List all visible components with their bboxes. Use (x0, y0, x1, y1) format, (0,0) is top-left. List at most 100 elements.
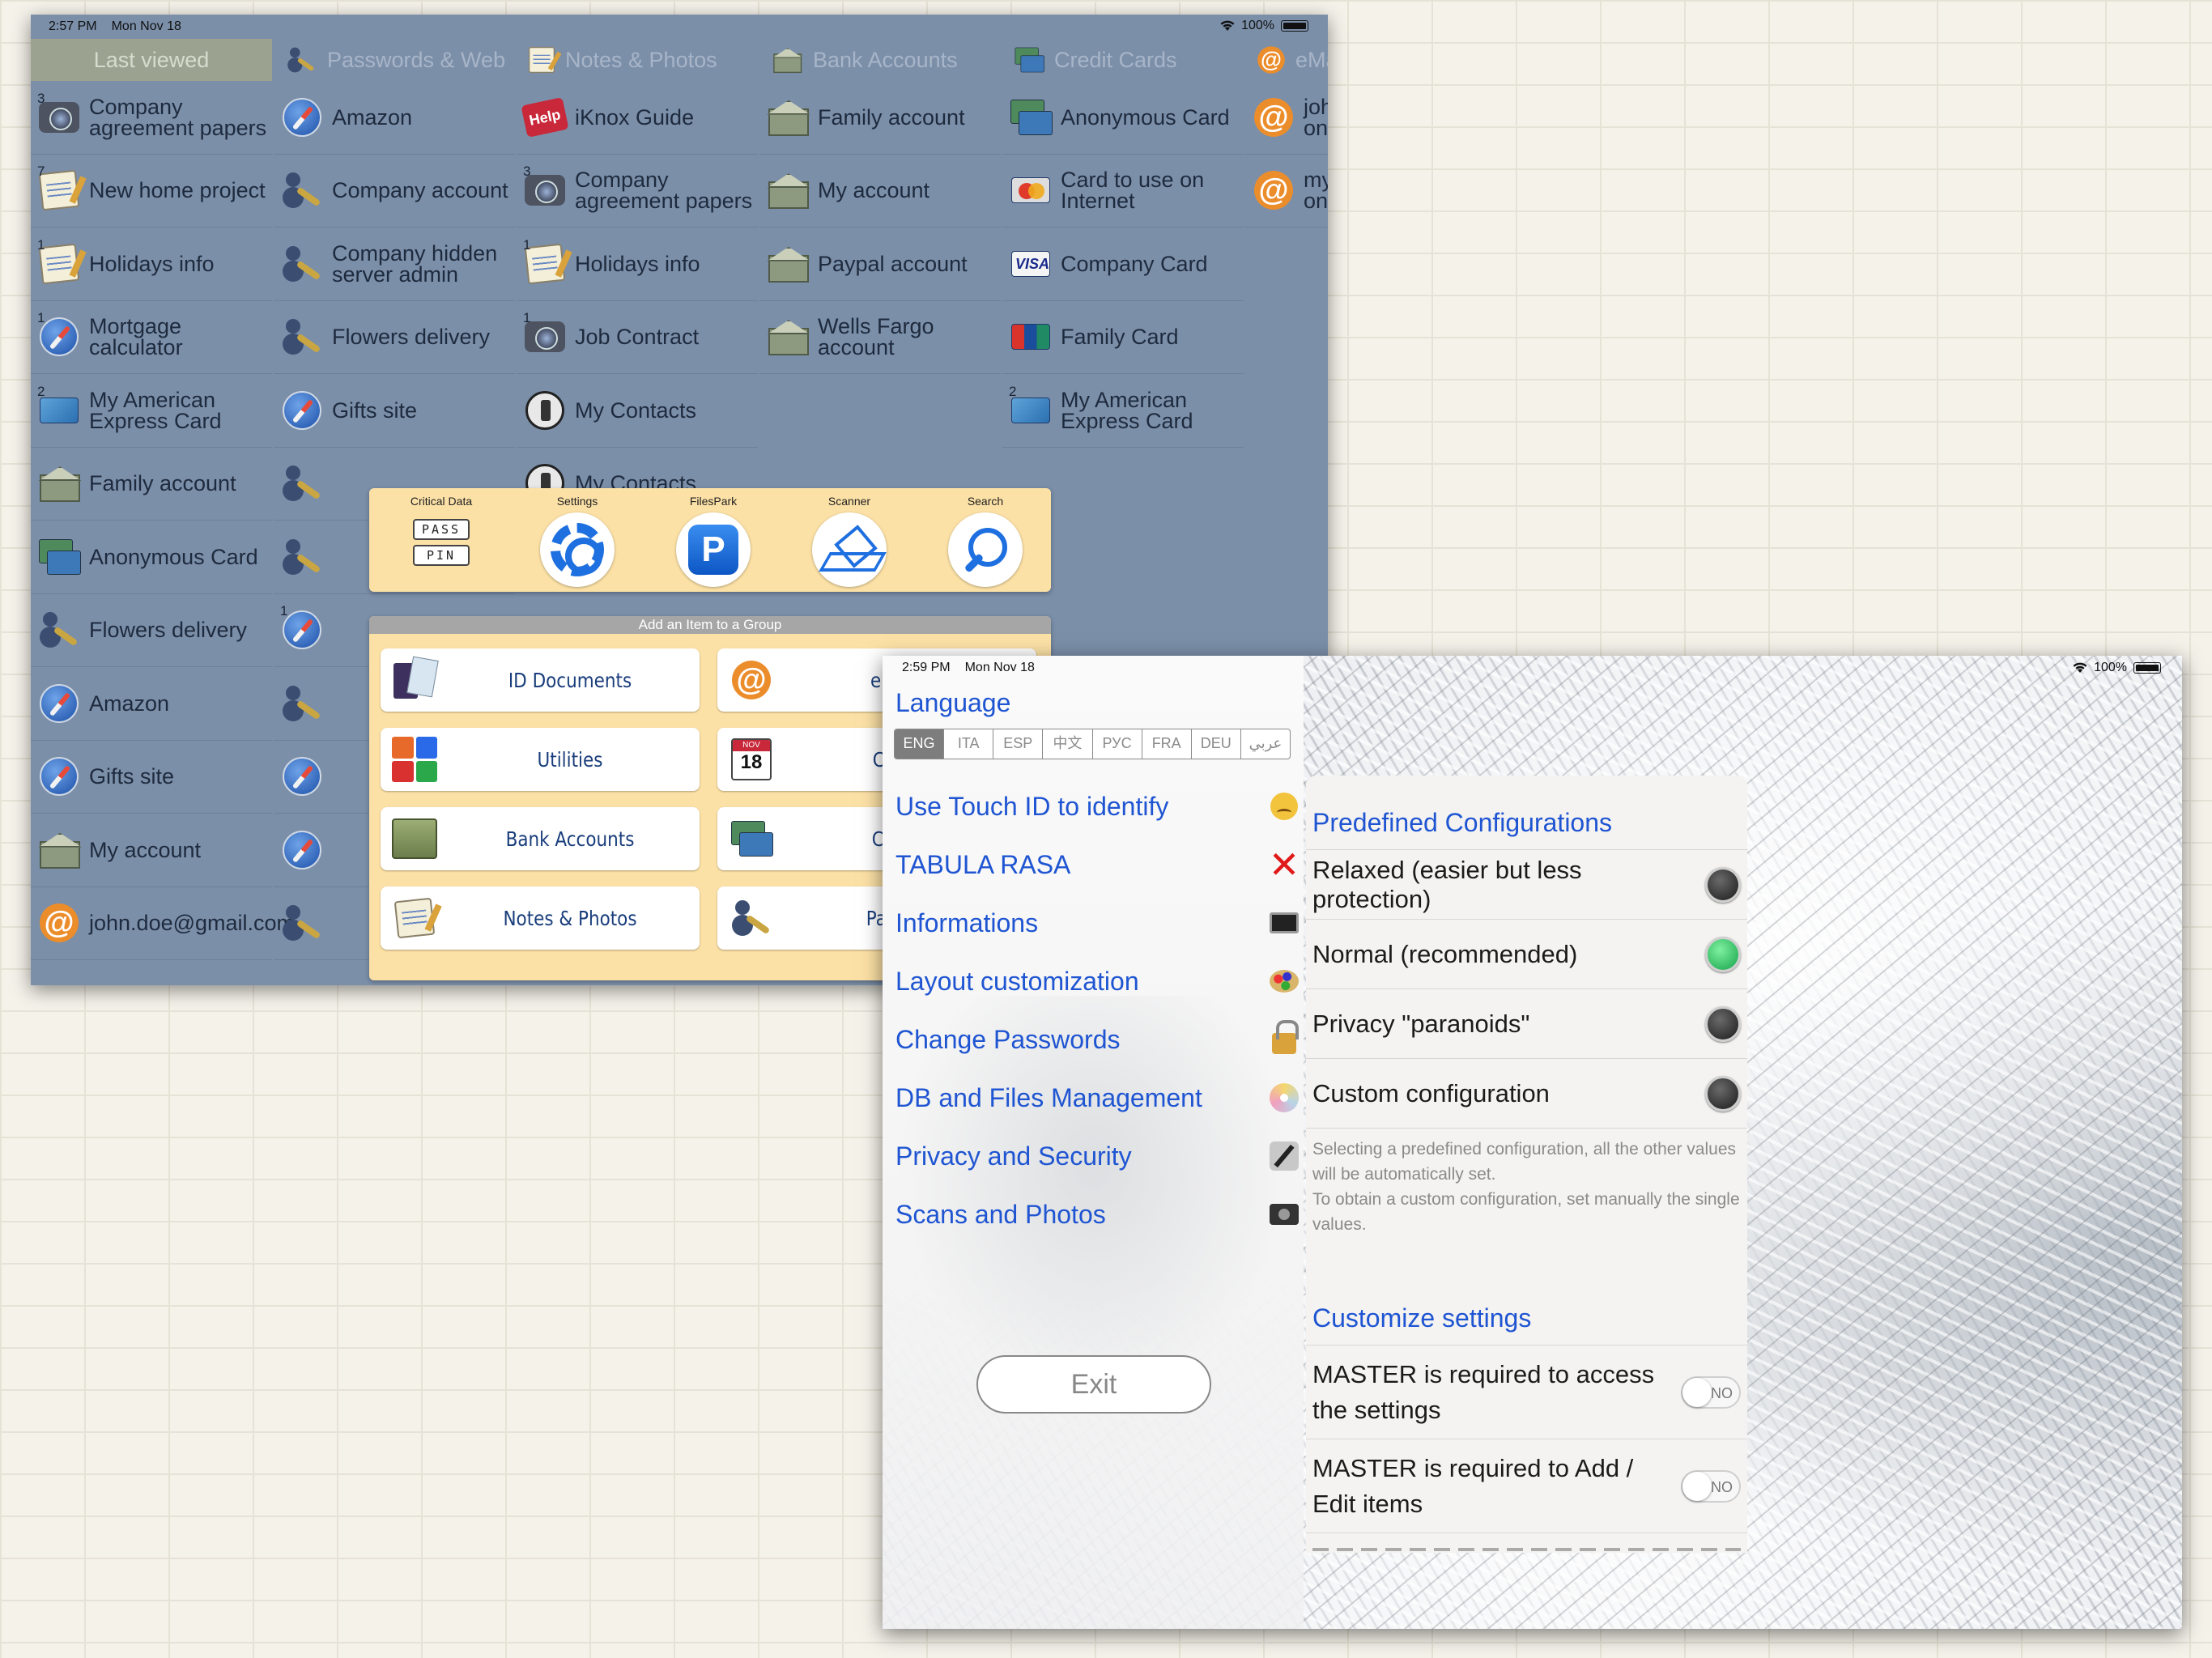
list-item[interactable]: 1 Holidays info (517, 227, 758, 301)
exit-button[interactable]: Exit (976, 1355, 1211, 1414)
list-item[interactable]: 2 My American Express Card (1002, 374, 1244, 448)
list-item[interactable]: Anonymous Card (31, 521, 272, 594)
radio-button[interactable] (1705, 936, 1741, 972)
language-option[interactable]: DEU (1192, 729, 1241, 759)
radio-button[interactable] (1705, 866, 1741, 903)
mastercard-icon (1011, 177, 1050, 204)
at-icon: @ (732, 661, 771, 699)
list-item[interactable]: Family account (759, 81, 1001, 155)
settings-menu-item[interactable]: DB and Files Management (895, 1080, 1300, 1116)
list-item[interactable]: Amazon (274, 81, 515, 155)
radio-button[interactable] (1705, 1075, 1741, 1112)
language-option[interactable]: ITA (944, 729, 994, 759)
toolbar-label: Settings (556, 495, 598, 508)
settings-menu-label: TABULA RASA (895, 849, 1071, 879)
language-option[interactable]: РУС (1093, 729, 1142, 759)
config-option-row[interactable]: Privacy "paranoids" (1306, 989, 1747, 1059)
credit-cards-icon (731, 821, 773, 857)
list-item[interactable]: Company hidden server admin (274, 227, 515, 301)
list-item[interactable]: My account (759, 155, 1001, 227)
settings-menu-label: Change Passwords (895, 1024, 1121, 1054)
settings-menu-item[interactable]: Use Touch ID to identify (895, 789, 1300, 824)
list-item[interactable]: 1 Mortgage calculator (31, 301, 272, 374)
list-item[interactable]: Family account (31, 448, 272, 521)
config-option-row[interactable]: Custom configuration (1306, 1059, 1747, 1129)
list-item[interactable]: 1 Job Contract (517, 301, 758, 374)
list-item[interactable]: My Contacts (517, 374, 758, 448)
camera-icon (525, 175, 565, 206)
list-item[interactable]: Wells Fargo account (759, 301, 1001, 374)
config-option-row[interactable]: Normal (recommended) (1306, 920, 1747, 989)
list-item[interactable]: Flowers delivery (274, 301, 515, 374)
list-item[interactable]: Company Card (1002, 227, 1244, 301)
language-option[interactable]: 中文 (1043, 729, 1093, 759)
settings-menu-item[interactable]: Privacy and Security (895, 1138, 1300, 1174)
language-option[interactable]: ESP (993, 729, 1044, 759)
list-item[interactable]: Gifts site (31, 741, 272, 814)
toggle-switch[interactable]: NO (1681, 1469, 1741, 1503)
add-notes-photos-button[interactable]: Notes & Photos (381, 886, 700, 950)
toolbar-settings[interactable]: Settings (509, 488, 645, 592)
list-item[interactable]: 1 Holidays info (31, 227, 272, 301)
group-header[interactable]: Bank Accounts (759, 39, 1001, 81)
list-item[interactable]: Flowers delivery (31, 594, 272, 667)
add-id-documents-button[interactable]: ID Documents (381, 648, 700, 712)
item-count-badge: 1 (37, 236, 45, 253)
list-item[interactable]: @ joh on (1245, 81, 1328, 155)
safari-compass-icon (283, 757, 321, 797)
list-item[interactable]: Amazon (31, 667, 272, 741)
language-option[interactable]: ENG (895, 729, 945, 759)
list-item[interactable]: Anonymous Card (1002, 81, 1244, 155)
list-item[interactable]: @ john.doe@gmail.com (31, 887, 295, 960)
toolbar-search[interactable]: Search (917, 488, 1053, 592)
status-time: 2:59 PM (902, 661, 951, 674)
toolbar-scanner[interactable]: Scanner (781, 488, 917, 592)
radio-button[interactable] (1705, 1005, 1741, 1042)
config-options: Relaxed (easier but less protection) Norm… (1306, 850, 1747, 1129)
list-item-label: My Contacts (575, 397, 697, 423)
list-item-label: Family account (818, 104, 965, 130)
bank-icon (767, 172, 809, 210)
toolbar-filespark[interactable]: FilesPark P (645, 488, 781, 592)
list-item[interactable]: Company account (274, 155, 515, 227)
list-item[interactable]: Gifts site (274, 374, 515, 448)
group-header[interactable]: @ eMa (1245, 39, 1328, 81)
list-item[interactable]: Help iKnox Guide (517, 81, 758, 155)
toolbar-critical-data[interactable]: Critical Data PASS PIN (373, 488, 509, 592)
group-header-label: Credit Cards (1054, 47, 1177, 72)
bank-icon (767, 99, 809, 136)
config-option-label: Privacy "paranoids" (1312, 1009, 1530, 1038)
settings-menu-item[interactable]: Scans and Photos (895, 1197, 1300, 1232)
list-item[interactable]: @ my on (1245, 155, 1328, 227)
add-bank-accounts-button[interactable]: Bank Accounts (381, 807, 700, 870)
list-item[interactable]: Paypal account (759, 227, 1001, 301)
group-header[interactable]: Last viewed (31, 39, 272, 81)
settings-menu-item[interactable]: TABULA RASA ✕ (895, 846, 1300, 883)
toggle-switch[interactable]: NO (1681, 1375, 1741, 1409)
list-item[interactable]: 3 Company agreement papers (517, 155, 758, 227)
config-option-row[interactable]: Relaxed (easier but less protection) (1306, 850, 1747, 920)
list-item[interactable]: 3 Company agreement papers (31, 81, 272, 155)
group-header[interactable]: Credit Cards (1002, 39, 1244, 81)
group-header[interactable]: Passwords & Web (274, 39, 515, 81)
customize-settings-title: Customize settings (1306, 1289, 1747, 1346)
pass-text: PASS (413, 519, 470, 540)
status-date: Mon Nov 18 (111, 19, 181, 33)
settings-menu-item[interactable]: Layout customization (895, 963, 1300, 999)
language-option[interactable]: عربي (1241, 729, 1290, 759)
list-item[interactable]: 2 My American Express Card (31, 374, 272, 448)
list-item[interactable]: 7 New home project (31, 155, 272, 227)
settings-menu-item[interactable]: Informations (895, 905, 1300, 941)
battery-icon (2133, 662, 2161, 674)
list-item[interactable]: Family Card (1002, 301, 1244, 374)
custom-setting-label: MASTER is required to access the setting… (1312, 1359, 1655, 1424)
settings-menu-item[interactable]: Change Passwords (895, 1020, 1300, 1057)
language-option[interactable]: FRA (1142, 729, 1192, 759)
config-note-2: To obtain a custom configuration, set ma… (1312, 1190, 1740, 1234)
group-header[interactable]: Notes & Photos (517, 39, 758, 81)
add-utilities-button[interactable]: Utilities (381, 728, 700, 791)
settings-detail-panel: Predefined Configurations Relaxed (easie… (1306, 776, 1747, 1553)
list-item[interactable]: My account (31, 814, 272, 887)
battery-icon (1281, 20, 1308, 32)
list-item[interactable]: Card to use on Internet (1002, 155, 1244, 227)
